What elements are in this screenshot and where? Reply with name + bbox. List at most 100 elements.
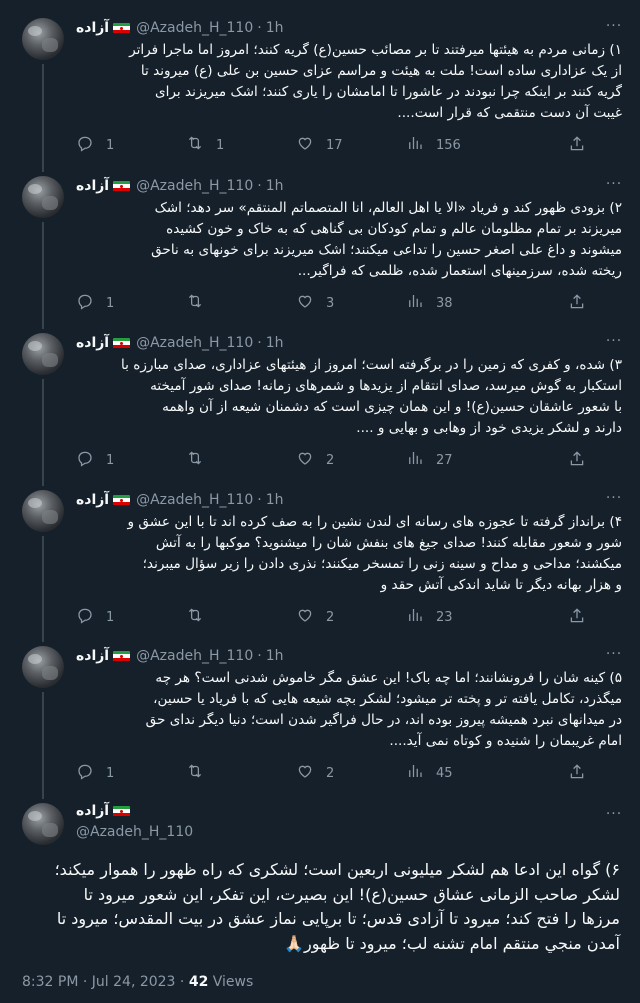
tweet-time[interactable]: 8:32 PM	[22, 974, 78, 990]
share-icon	[568, 294, 586, 315]
analytics-icon	[406, 606, 436, 628]
avatar[interactable]	[22, 176, 64, 218]
author-handle[interactable]: @Azadeh_H_110	[136, 492, 253, 508]
iran-flag-icon	[113, 494, 131, 506]
like-button[interactable]: 17	[296, 134, 406, 156]
avatar[interactable]	[22, 333, 64, 375]
share-icon	[568, 136, 586, 157]
reply-icon	[76, 762, 106, 784]
tweet-time[interactable]: 1h	[266, 648, 284, 664]
like-button[interactable]: 2	[296, 606, 406, 628]
author-name[interactable]: آزاده	[76, 803, 136, 819]
iran-flag-icon	[113, 337, 131, 349]
analytics-icon	[406, 762, 436, 784]
tweet-time[interactable]: 1h	[266, 20, 284, 36]
reply-button[interactable]: 1	[76, 134, 186, 156]
tweet-text: ۴) برانداز گرفته تا عجوزه های رسانه ای ل…	[127, 514, 622, 593]
author-display-name[interactable]: آزاده	[76, 335, 109, 351]
views-count: 156	[436, 137, 461, 153]
like-count: 3	[326, 295, 335, 311]
tweet-date[interactable]: Jul 24, 2023	[92, 974, 176, 990]
retweet-count: 1	[216, 137, 225, 153]
reply-button[interactable]: 1	[76, 606, 186, 628]
more-options-icon[interactable]: ···	[604, 490, 624, 510]
more-options-icon[interactable]: ···	[604, 806, 624, 826]
tweet-header: آزاده @Azadeh_H_110 · 1h	[76, 490, 283, 510]
thread-connector	[42, 64, 44, 172]
tweet-time[interactable]: 1h	[266, 335, 284, 351]
analytics-icon	[406, 134, 436, 156]
retweet-button[interactable]	[186, 606, 296, 628]
tweet-header: آزاده @Azadeh_H_110 · 1h	[76, 176, 283, 196]
retweet-button[interactable]	[186, 292, 296, 314]
more-options-icon[interactable]: ···	[604, 333, 624, 353]
views-button[interactable]: 23	[406, 606, 516, 628]
retweet-button[interactable]	[186, 762, 296, 784]
analytics-icon	[406, 292, 436, 314]
reply-count: 1	[106, 137, 115, 153]
like-count: 2	[326, 452, 335, 468]
like-button[interactable]: 3	[296, 292, 406, 314]
reply-icon	[76, 292, 106, 314]
views-button[interactable]: 156	[406, 134, 516, 156]
author-handle[interactable]: @Azadeh_H_110	[76, 824, 193, 840]
reply-button[interactable]: 1	[76, 292, 186, 314]
share-icon	[568, 608, 586, 629]
more-options-icon[interactable]: ···	[604, 18, 624, 38]
author-display-name[interactable]: آزاده	[76, 803, 109, 819]
share-button[interactable]	[568, 763, 588, 783]
views-count: 27	[436, 452, 453, 468]
heart-icon	[296, 449, 326, 471]
tweet-actions: 1 1 17 156	[76, 135, 516, 155]
views-button[interactable]: 27	[406, 449, 516, 471]
separator: ·	[257, 20, 262, 36]
thread-connector	[42, 536, 44, 642]
author-display-name[interactable]: آزاده	[76, 648, 109, 664]
author-handle[interactable]: @Azadeh_H_110	[136, 335, 253, 351]
heart-icon	[296, 762, 326, 784]
retweet-icon	[186, 606, 216, 628]
like-button[interactable]: 2	[296, 449, 406, 471]
reply-button[interactable]: 1	[76, 762, 186, 784]
retweet-button[interactable]: 1	[186, 134, 296, 156]
share-button[interactable]	[568, 607, 588, 627]
thread-connector	[42, 379, 44, 486]
iran-flag-icon	[113, 805, 131, 817]
retweet-icon	[186, 449, 216, 471]
tweet-header: آزاده @Azadeh_H_110 · 1h	[76, 333, 283, 353]
avatar[interactable]	[22, 646, 64, 688]
tweet-time[interactable]: 1h	[266, 178, 284, 194]
share-button[interactable]	[568, 135, 588, 155]
tweet-header: آزاده @Azadeh_H_110 · 1h	[76, 646, 283, 666]
author-handle[interactable]: @Azadeh_H_110	[136, 20, 253, 36]
more-options-icon[interactable]: ···	[604, 176, 624, 196]
like-button[interactable]: 2	[296, 762, 406, 784]
avatar[interactable]	[22, 803, 64, 845]
author-handle[interactable]: @Azadeh_H_110	[136, 178, 253, 194]
author-display-name[interactable]: آزاده	[76, 178, 109, 194]
retweet-icon	[186, 292, 216, 314]
share-button[interactable]	[568, 293, 588, 313]
like-count: 17	[326, 137, 343, 153]
author-display-name[interactable]: آزاده	[76, 492, 109, 508]
separator: ·	[257, 492, 262, 508]
author-display-name[interactable]: آزاده	[76, 20, 109, 36]
heart-icon	[296, 134, 326, 156]
retweet-button[interactable]	[186, 449, 296, 471]
tweet-time[interactable]: 1h	[266, 492, 284, 508]
views-button[interactable]: 45	[406, 762, 516, 784]
like-count: 2	[326, 765, 335, 781]
more-options-icon[interactable]: ···	[604, 646, 624, 666]
avatar[interactable]	[22, 18, 64, 60]
retweet-icon	[186, 762, 216, 784]
author-handle[interactable]: @Azadeh_H_110	[136, 648, 253, 664]
reply-button[interactable]: 1	[76, 449, 186, 471]
tweet-text: ۳) شده، و کفری که زمین را در برگرفته است…	[121, 357, 622, 436]
views-button[interactable]: 38	[406, 292, 516, 314]
retweet-icon	[186, 134, 216, 156]
iran-flag-icon	[113, 180, 131, 192]
share-button[interactable]	[568, 450, 588, 470]
views-count: 42	[188, 974, 209, 990]
avatar[interactable]	[22, 490, 64, 532]
tweet-actions: 1 2 23	[76, 607, 516, 627]
